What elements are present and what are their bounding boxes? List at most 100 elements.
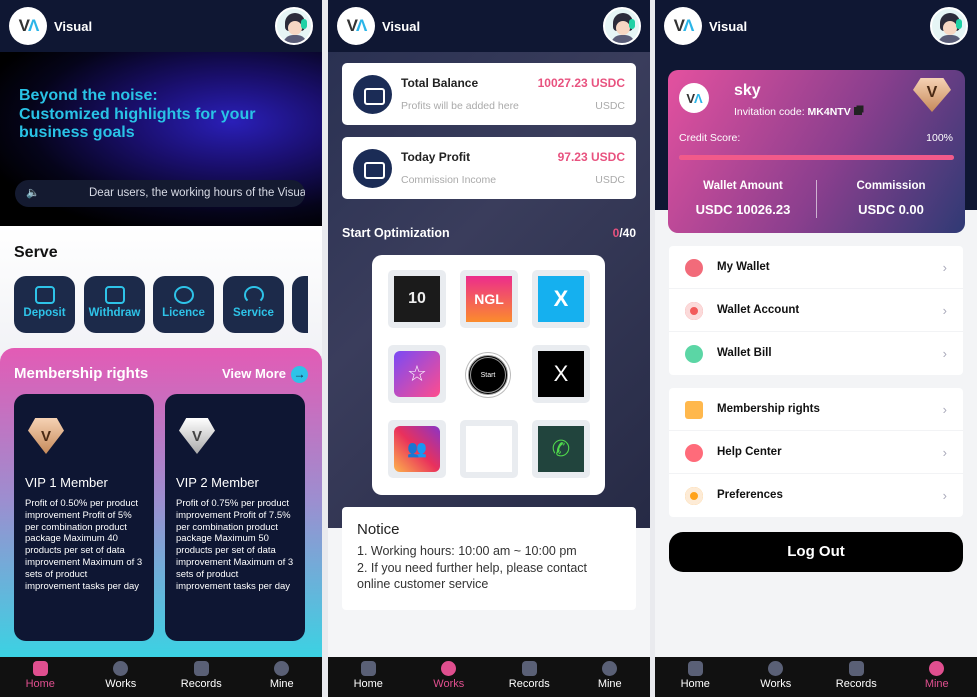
nav-works[interactable]: Works bbox=[409, 657, 490, 697]
section-title: Start Optimization bbox=[342, 226, 450, 240]
nav-records[interactable]: Records bbox=[816, 657, 897, 697]
header: VΛ Visual bbox=[328, 0, 650, 52]
logo: VΛ bbox=[9, 7, 47, 45]
crown-icon bbox=[685, 401, 703, 419]
app-cell: ✆ bbox=[532, 420, 590, 478]
nav-home[interactable]: Home bbox=[655, 657, 736, 697]
x-twitter-icon: X bbox=[538, 351, 584, 397]
ngl-icon: NGL bbox=[466, 276, 512, 322]
support-avatar[interactable] bbox=[930, 7, 968, 45]
app-cell: NGL bbox=[460, 270, 518, 328]
group-app-icon: 👥 bbox=[394, 426, 440, 472]
nav-mine[interactable]: Mine bbox=[242, 657, 323, 697]
user-icon bbox=[274, 661, 290, 676]
blank-app-icon bbox=[466, 426, 512, 472]
username: sky bbox=[734, 82, 761, 99]
logo: VΛ bbox=[337, 7, 375, 45]
x-app-icon: X bbox=[538, 276, 584, 322]
app-grid: 10 NGL X ☆ Start X 👥 ✆ bbox=[372, 255, 605, 495]
notice-marquee[interactable]: 🔈 Dear users, the working hours of the Vi… bbox=[15, 180, 305, 207]
deposit-icon bbox=[34, 286, 55, 304]
wallet-menu: My Wallet › Wallet Account › Wallet Bill › bbox=[669, 246, 963, 375]
menu-help-center[interactable]: Help Center › bbox=[669, 431, 963, 474]
progress-count: 0/40 bbox=[612, 226, 636, 240]
app-cell: 👥 bbox=[388, 420, 446, 478]
bronze-diamond-icon: V bbox=[28, 418, 64, 454]
logo: VΛ bbox=[664, 7, 702, 45]
invitation-code: Invitation code: MK4NTV bbox=[734, 106, 862, 118]
app-cell bbox=[460, 420, 518, 478]
withdraw-icon bbox=[104, 286, 125, 304]
speaker-icon: 🔈 bbox=[26, 187, 40, 199]
chevron-right-icon: › bbox=[942, 402, 947, 417]
home-icon bbox=[360, 661, 376, 676]
home-icon bbox=[687, 661, 703, 676]
more-service-button[interactable] bbox=[292, 276, 308, 333]
nav-home[interactable]: Home bbox=[0, 657, 81, 697]
menu-preferences[interactable]: Preferences › bbox=[669, 474, 963, 517]
service-button[interactable]: Service bbox=[223, 276, 284, 333]
menu-wallet-bill[interactable]: Wallet Bill › bbox=[669, 332, 963, 375]
wallet-icon bbox=[353, 149, 392, 188]
logout-button[interactable]: Log Out bbox=[669, 532, 963, 572]
hero-banner: Beyond the noise: Customized highlights f… bbox=[0, 52, 322, 226]
licence-icon bbox=[173, 286, 194, 304]
menu-wallet-account[interactable]: Wallet Account › bbox=[669, 289, 963, 332]
serve-section: Serve Deposit Withdraw Licence Service bbox=[0, 226, 322, 356]
wallet-icon bbox=[685, 259, 703, 277]
withdraw-button[interactable]: Withdraw bbox=[84, 276, 145, 333]
support-avatar[interactable] bbox=[603, 7, 641, 45]
membership-section: Membership rights View More → V VIP 1 Mem… bbox=[0, 348, 322, 657]
bottom-nav: Home Works Records Mine bbox=[0, 657, 322, 697]
brand-name: Visual bbox=[709, 19, 748, 34]
lightbulb-icon bbox=[685, 444, 703, 462]
home-icon bbox=[32, 661, 48, 676]
gear-icon bbox=[685, 487, 703, 505]
wallet-icon bbox=[353, 75, 392, 114]
app-cell: X bbox=[532, 270, 590, 328]
vip-card[interactable]: V VIP 2 Member Profit of 0.75% per produ… bbox=[165, 394, 305, 641]
home-screen: VΛ Visual Beyond the noise: Customized hi… bbox=[0, 0, 322, 697]
chevron-right-icon: › bbox=[942, 303, 947, 318]
deposit-button[interactable]: Deposit bbox=[14, 276, 75, 333]
profile-card: VΛ sky Invitation code: MK4NTV V Credit … bbox=[668, 70, 965, 233]
nav-mine[interactable]: Mine bbox=[897, 657, 977, 697]
brand-name: Visual bbox=[382, 19, 421, 34]
chevron-right-icon: › bbox=[942, 488, 947, 503]
whatsapp-icon: ✆ bbox=[538, 426, 584, 472]
nav-works[interactable]: Works bbox=[736, 657, 817, 697]
menu-my-wallet[interactable]: My Wallet › bbox=[669, 246, 963, 289]
bill-icon bbox=[685, 345, 703, 363]
today-profit-card: Today Profit Commission Income 97.23 USDC… bbox=[342, 137, 636, 199]
nav-works[interactable]: Works bbox=[81, 657, 162, 697]
nav-records[interactable]: Records bbox=[489, 657, 570, 697]
bottom-nav: Home Works Records Mine bbox=[328, 657, 650, 697]
support-avatar[interactable] bbox=[275, 7, 313, 45]
start-button[interactable]: Start bbox=[468, 355, 508, 395]
play-icon bbox=[768, 661, 784, 676]
nav-records[interactable]: Records bbox=[161, 657, 242, 697]
view-more-link[interactable]: View More → bbox=[222, 366, 308, 383]
menu-membership-rights[interactable]: Membership rights › bbox=[669, 388, 963, 431]
starmaker-icon: ☆ bbox=[394, 351, 440, 397]
app-cell: X bbox=[532, 345, 590, 403]
mine-screen: VΛ Visual VΛ sky Invitation code: MK4NTV… bbox=[655, 0, 977, 697]
copy-icon[interactable] bbox=[853, 107, 862, 115]
section-title: Membership rights bbox=[14, 365, 149, 382]
licence-button[interactable]: Licence bbox=[153, 276, 214, 333]
nav-home[interactable]: Home bbox=[328, 657, 409, 697]
section-title: Serve bbox=[14, 244, 58, 261]
tiktok-10-icon: 10 bbox=[394, 276, 440, 322]
records-icon bbox=[521, 661, 537, 676]
play-icon bbox=[441, 661, 457, 676]
vip-card[interactable]: V VIP 1 Member Profit of 0.50% per produ… bbox=[14, 394, 154, 641]
card-icon bbox=[685, 302, 703, 320]
header: VΛ Visual bbox=[0, 0, 322, 52]
nav-mine[interactable]: Mine bbox=[570, 657, 651, 697]
notice-card: Notice 1. Working hours: 10:00 am ~ 10:0… bbox=[342, 507, 636, 610]
bottom-nav: Home Works Records Mine bbox=[655, 657, 977, 697]
chevron-right-icon: › bbox=[942, 346, 947, 361]
works-screen: VΛ Visual Total Balance Profits will be a… bbox=[328, 0, 650, 697]
chevron-right-icon: › bbox=[942, 445, 947, 460]
total-balance-card: Total Balance Profits will be added here … bbox=[342, 63, 636, 125]
